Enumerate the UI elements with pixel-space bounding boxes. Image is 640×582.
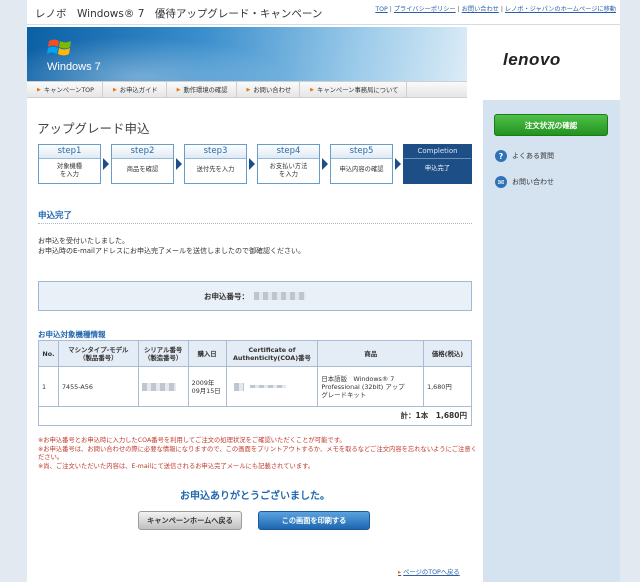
windows-logo-icon bbox=[47, 39, 71, 56]
target-model-table: No. マシンタイプ-モデル （製品番号） シリアル番号 （製造番号） 購入日 … bbox=[38, 340, 472, 407]
step-arrow-icon bbox=[249, 158, 255, 170]
section-divider bbox=[38, 223, 472, 224]
step-arrow-icon bbox=[103, 158, 109, 170]
header-divider bbox=[27, 24, 620, 25]
step-2: step2 商品を確認 bbox=[111, 144, 174, 184]
thanks-message: お申込ありがとうございました。 bbox=[180, 491, 330, 502]
site-title: レノボ Windows® 7 優待アップグレード・キャンペーン bbox=[35, 8, 323, 20]
header-links: TOP | プライバシーポリシー | お問い合わせ | レノボ・ジャパンのホームページに移動 bbox=[375, 6, 616, 13]
target-model-heading: お申込対象機種情報 bbox=[38, 330, 106, 339]
step-3: step3 送付先を入力 bbox=[184, 144, 247, 184]
link-contact[interactable]: お問い合わせ bbox=[462, 6, 499, 13]
step-arrow-icon bbox=[395, 158, 401, 170]
link-lenovo-home[interactable]: レノボ・ジャパンのホームページに移動 bbox=[505, 6, 616, 13]
mail-icon: ✉ bbox=[495, 176, 507, 188]
faq-link[interactable]: ? よくある質問 bbox=[495, 150, 554, 162]
order-total: 計：1本 1,680円 bbox=[38, 406, 472, 426]
step-arrow-icon bbox=[322, 158, 328, 170]
question-icon: ? bbox=[495, 150, 507, 162]
arrow-right-icon: ▸ bbox=[398, 569, 402, 576]
windows7-label: Windows 7 bbox=[47, 61, 101, 73]
order-number-redacted bbox=[254, 292, 306, 300]
nav-guide[interactable]: ▶ お申込ガイド bbox=[103, 82, 167, 97]
table-row: 1 7455-A56 2009年 09月15日 日本語版 Windows® 7 … bbox=[38, 366, 472, 407]
order-number-box: お申込番号： bbox=[38, 281, 472, 311]
step-completion: Completion 申込完了 bbox=[403, 144, 472, 184]
main-nav: ▶ キャンペーンTOP ▶ お申込ガイド ▶ 動作環境の確認 ▶ お問い合わせ ▶ キャン… bbox=[27, 81, 467, 98]
nav-requirements[interactable]: ▶ 動作環境の確認 bbox=[167, 82, 237, 97]
completion-heading: 申込完了 bbox=[38, 211, 73, 221]
lenovo-logo: lenovo bbox=[503, 50, 561, 69]
link-top[interactable]: TOP bbox=[375, 6, 387, 13]
coa-redacted bbox=[233, 382, 244, 391]
completion-message: お申込を受付いたしました。 お申込時のE-mailアドレスにお申込完了メールを送… bbox=[38, 237, 305, 255]
back-to-top-link[interactable]: ▸ ページのTOPへ戻る bbox=[398, 567, 460, 576]
page: レノボ Windows® 7 優待アップグレード・キャンペーン TOP | プライバ… bbox=[27, 0, 620, 582]
nav-office[interactable]: ▶ キャンペーン事務局について bbox=[300, 82, 408, 97]
link-privacy[interactable]: プライバシーポリシー bbox=[394, 6, 456, 13]
step-5: step5 申込内容の確認 bbox=[330, 144, 393, 184]
order-number-label: お申込番号： bbox=[204, 291, 249, 301]
nav-campaign-top[interactable]: ▶ キャンペーンTOP bbox=[27, 82, 103, 97]
sidebar: 注文状況の確認 ? よくある質問 ✉ お問い合わせ bbox=[483, 100, 620, 582]
sidebar-contact-link[interactable]: ✉ お問い合わせ bbox=[495, 176, 554, 188]
nav-contact[interactable]: ▶ お問い合わせ bbox=[237, 82, 301, 97]
back-to-campaign-home-button[interactable]: キャンペーンホームへ戻る bbox=[138, 511, 242, 530]
page-title: アップグレード申込 bbox=[37, 121, 150, 136]
order-status-button[interactable]: 注文状況の確認 bbox=[494, 114, 608, 136]
table-header-row: No. マシンタイプ-モデル （製品番号） シリアル番号 （製造番号） 購入日 … bbox=[38, 340, 472, 367]
print-page-button[interactable]: この画面を印刷する bbox=[258, 511, 370, 530]
step-progress: step1 対象機種 を入力 step2 商品を確認 step3 送付先を入力 s… bbox=[38, 144, 472, 186]
serial-redacted bbox=[141, 382, 176, 391]
notes: ※お申込番号とお申込時に入力したCOA番号を利用してご注文の処理状況をご確認いた… bbox=[38, 437, 477, 470]
windows7-banner: Windows 7 bbox=[27, 27, 467, 81]
step-1: step1 対象機種 を入力 bbox=[38, 144, 101, 184]
step-arrow-icon bbox=[176, 158, 182, 170]
step-4: step4 お支払い方法 を入力 bbox=[257, 144, 320, 184]
